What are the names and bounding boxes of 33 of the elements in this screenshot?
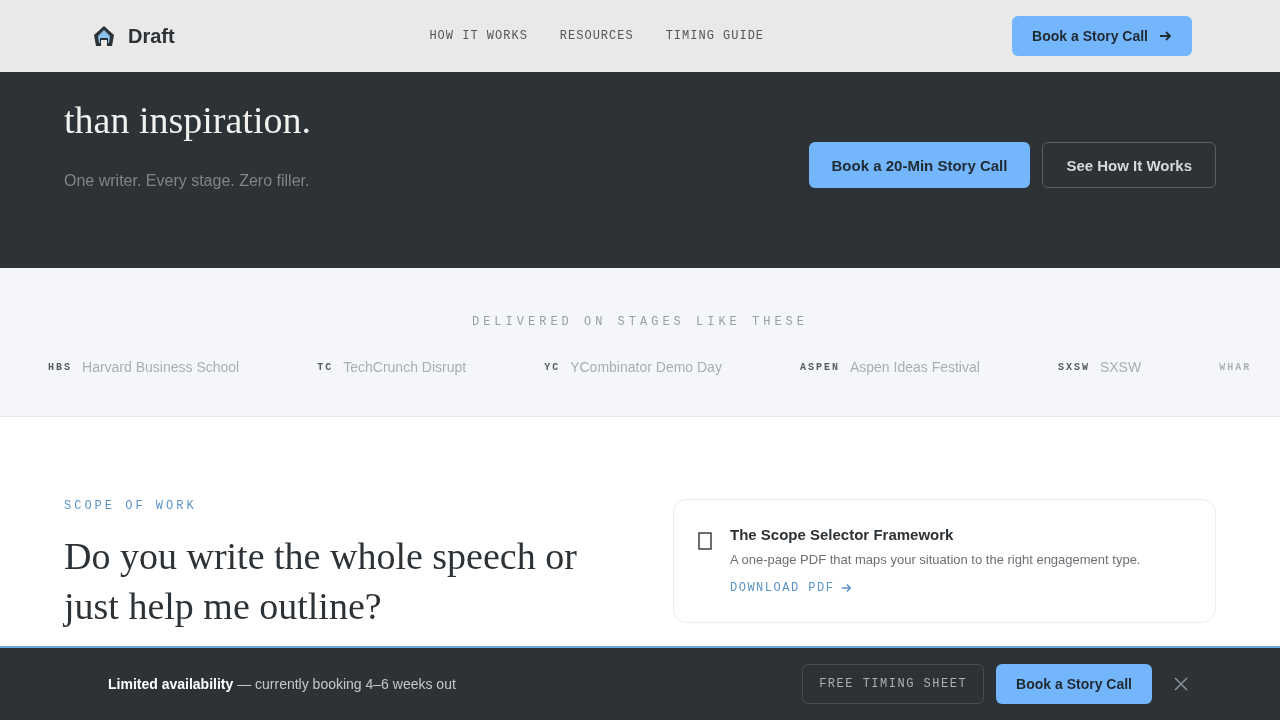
house-logo-icon	[92, 24, 116, 48]
nav-link[interactable]: HOW IT WORKS	[429, 29, 528, 43]
stage-name: SXSW	[1099, 359, 1142, 375]
stage-abbreviation: HBS	[48, 361, 72, 373]
hero-headline: than inspiration.	[64, 98, 311, 143]
book-call-button[interactable]: Book a Story Call	[1012, 16, 1192, 56]
how-it-works-button[interactable]: See How It Works	[1042, 142, 1216, 188]
nav-link[interactable]: RESOURCES	[559, 29, 634, 43]
document-icon	[698, 532, 712, 550]
book-call-button[interactable]: Book a Story Call	[996, 664, 1152, 704]
stage-name: Harvard Business School	[82, 359, 240, 375]
arrow-right-icon	[1158, 29, 1172, 43]
hero-subtitle: One writer. Every stage. Zero filler.	[64, 172, 311, 190]
stages-title: DELIVERED ON STAGES LIKE THESE	[470, 315, 809, 329]
availability-text: Limited availability — currently booking 4–6 weeks out	[108, 676, 456, 692]
stage-abbreviation: WHAR	[1219, 361, 1252, 373]
stage-name: YCombinator Demo Day	[570, 359, 722, 375]
section-heading: Do you write the whole speech or just help me outline?	[64, 534, 578, 629]
stage-name: TechCrunch Disrupt	[343, 359, 467, 375]
close-icon[interactable]	[1174, 677, 1188, 691]
stage-name: Aspen Ideas Festival	[849, 359, 980, 375]
stage-abbreviation: TC	[317, 361, 334, 373]
resource-title: The Scope Selector Framework	[730, 526, 955, 543]
book-call-button[interactable]: Book a 20-Min Story Call	[808, 142, 1031, 188]
arrow-right-icon	[840, 582, 853, 594]
stage-abbreviation: YC	[544, 361, 561, 373]
stage-abbreviation: SXSW	[1057, 361, 1090, 373]
brand-name[interactable]: Draft	[128, 24, 175, 48]
timing-sheet-button[interactable]: FREE TIMING SHEET	[802, 664, 985, 704]
stage-abbreviation: ASPEN	[799, 361, 840, 373]
section-eyebrow: SCOPE OF WORK	[64, 499, 198, 513]
resource-description: A one-page PDF that maps your situation to the right engagement type.	[730, 552, 1141, 567]
nav-link[interactable]: TIMING GUIDE	[665, 29, 765, 43]
